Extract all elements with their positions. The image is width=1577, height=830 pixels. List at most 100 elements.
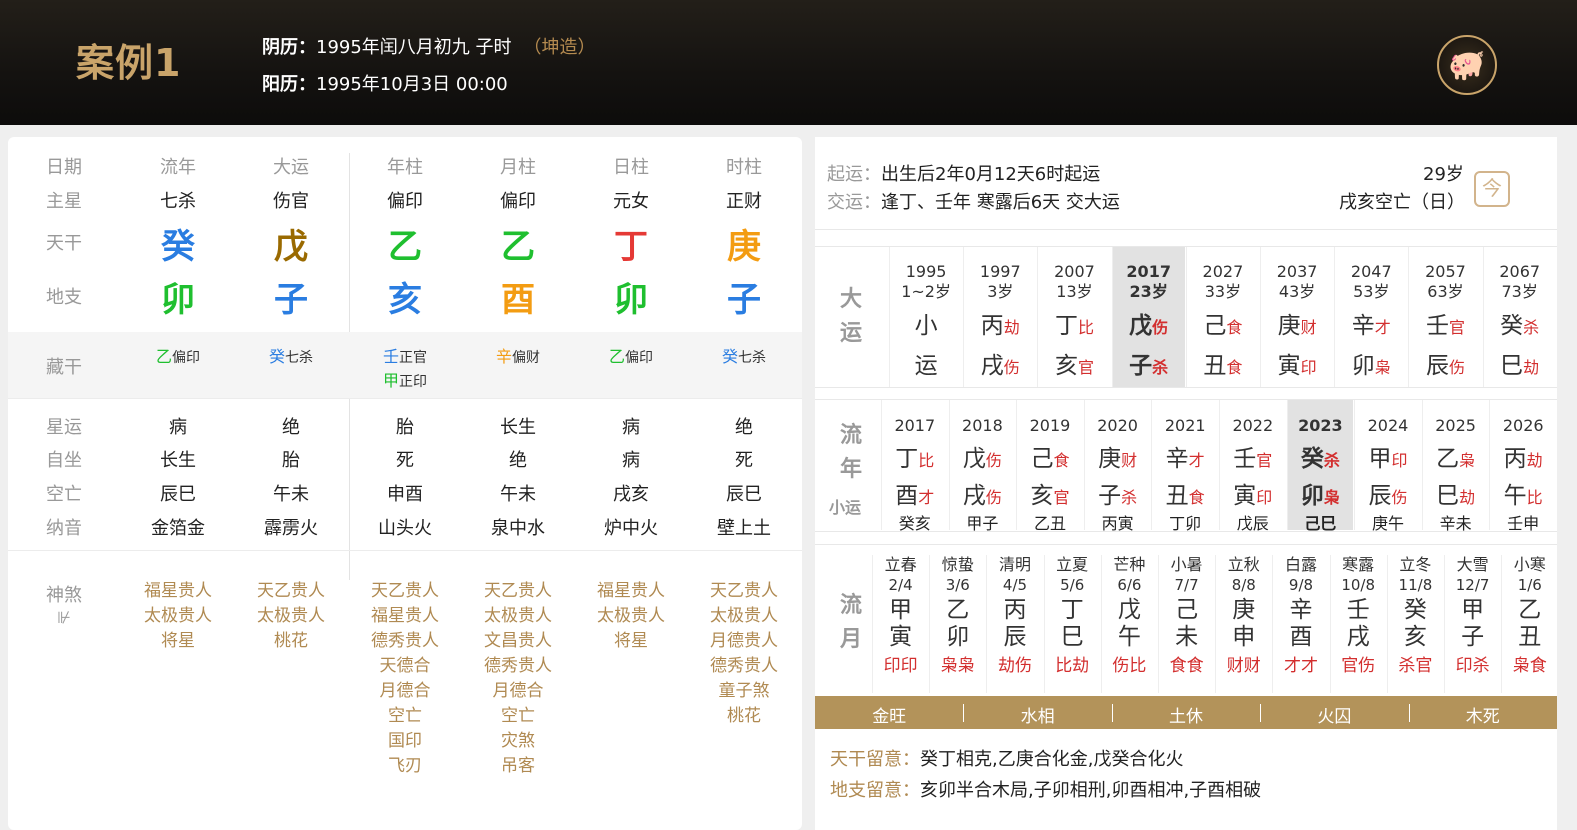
dayun-gan-shishen: 杀 [1523, 318, 1540, 337]
dayun-cell[interactable]: 2057 63岁 壬官 辰伤 [1408, 247, 1481, 387]
dayun-label-char: 大 [839, 287, 862, 312]
liunian-zhi: 巳劫 [1423, 476, 1489, 510]
tiangan-note-label: 天干留意： [830, 749, 920, 770]
liuyue-cell[interactable]: 立春 2/4 甲寅印印 [872, 555, 928, 693]
dayun-label-char: 运 [839, 321, 862, 346]
liunian-year: 2018 [962, 416, 1003, 435]
row-label: 纳音 [46, 518, 82, 539]
nayin-cell: 壁上土 [717, 518, 771, 539]
liuyue-cell[interactable]: 立秋 8/8 庚申财财 [1215, 555, 1271, 693]
zhuxing-cell: 偏印 [387, 191, 423, 212]
liunian-zhi-shishen: 杀 [1121, 488, 1138, 507]
dayun-cell[interactable]: 1995 1~2岁小运 [889, 247, 962, 387]
liuyue-cell[interactable]: 清明 4/5 丙辰劫伤 [986, 555, 1042, 693]
dayun-year: 2007 [1054, 262, 1095, 281]
liuyue-cell[interactable]: 立冬 11/8 癸亥杀官 [1386, 555, 1443, 693]
liuyue-shishen: 伤比 [1112, 656, 1147, 676]
row-label: 自坐 [46, 450, 82, 471]
liuyue-date: 11/8 [1398, 576, 1433, 594]
shensha-item: 福星贵人 [371, 606, 439, 626]
shensha-item: 福星贵人 [144, 581, 212, 601]
liunian-year: 2026 [1502, 416, 1544, 435]
liunian-gan-shishen: 印 [1391, 451, 1408, 470]
dayun-cell[interactable]: 1997 3岁 丙劫 戌伤 [963, 247, 1036, 387]
liuyue-label-char: 流 [839, 593, 862, 618]
dayun-cell[interactable]: 2007 13岁 丁比 亥官 [1037, 247, 1110, 387]
dayun-cell[interactable]: 2037 43岁 庚财 寅印 [1260, 247, 1333, 387]
liuyue-jieqi: 立夏 [1056, 555, 1089, 574]
dayun-cell[interactable]: 2067 73岁 癸杀 巳劫 [1482, 247, 1556, 387]
liunian-cell[interactable]: 2017 丁比 酉才 癸亥 [881, 400, 948, 533]
xingyun-cell: 病 [622, 417, 640, 438]
liunian-cell[interactable]: 2018 戊伤 戌伤 甲子 [948, 400, 1016, 533]
liuyue-date: 4/5 [1002, 576, 1028, 594]
liuyue-cell[interactable]: 芒种 6/6 戊午伤比 [1100, 555, 1157, 693]
dayun-year: 2017 [1126, 262, 1171, 281]
liunian-cell[interactable]: 2023 癸杀 卯枭 己巳 [1286, 400, 1354, 533]
wuxing-state: 土休 [1168, 707, 1203, 727]
column-header: 日柱 [613, 157, 649, 178]
canggan-shishen: 正印 [399, 374, 427, 390]
canggan-stem: 乙 [608, 347, 625, 366]
liunian-zhi-char: 戌 [962, 483, 986, 509]
liunian-year: 2021 [1164, 416, 1206, 435]
liuyue-cell[interactable]: 小暑 7/7 己未食食 [1158, 555, 1214, 693]
calendar-icon[interactable]: 今 [1474, 171, 1510, 207]
dayun-age: 43岁 [1278, 282, 1316, 301]
liuyue-cell[interactable]: 小寒 1/6 乙丑枭食 [1501, 555, 1557, 693]
dayun-label: 大运 [825, 283, 877, 351]
dayun-gan: 壬官 [1409, 306, 1481, 340]
tiangan-char: 丁 [614, 227, 648, 267]
lunar-date: 阴历：1995年闰八月初九 子时 （坤造） [262, 37, 596, 58]
dayun-zhi-char: 亥 [1054, 353, 1078, 379]
row-label: 主星 [46, 191, 82, 212]
dayun-year: 2037 [1276, 262, 1318, 281]
liuyue-gan: 辛 [1289, 597, 1313, 623]
liunian-gan-shishen: 杀 [1323, 451, 1340, 470]
liunian-gan: 丙劫 [1490, 439, 1556, 473]
dayun-age: 63岁 [1427, 282, 1464, 301]
liuyue-cell[interactable]: 大雪 12/7 甲子印杀 [1444, 555, 1500, 693]
wuxing-divider [1260, 704, 1262, 722]
dayun-cell[interactable]: 2017 23岁 戊伤 子杀 [1111, 247, 1185, 387]
liunian-gan-shishen: 枭 [1459, 451, 1476, 470]
dayun-cell[interactable]: 2047 53岁 辛才 卯枭 [1334, 247, 1407, 387]
liunian-gan-char: 戊 [962, 446, 986, 472]
dayun-zhi-shishen: 杀 [1152, 358, 1169, 377]
liunian-cell[interactable]: 2022 壬官 寅印 戊辰 [1219, 400, 1286, 533]
dayun-gan-shishen: 食 [1226, 318, 1243, 337]
dayun-age: 53岁 [1353, 282, 1390, 301]
liunian-cell[interactable]: 2024 甲印 辰伤 庚午 [1354, 400, 1421, 533]
zizuo-cell: 病 [622, 450, 640, 471]
liunian-year: 2020 [1097, 416, 1138, 435]
dayun-zhi-char: 戌 [980, 353, 1004, 379]
liunian-cell[interactable]: 2020 庚财 子杀 丙寅 [1083, 400, 1151, 533]
liunian-year: 2019 [1029, 416, 1071, 435]
liunian-zhi: 辰伤 [1355, 476, 1421, 510]
dizhi-char: 卯 [614, 280, 648, 320]
canggan-shishen: 偏印 [625, 350, 653, 366]
liunian-gan-shishen: 才 [1188, 451, 1205, 470]
liuyue-cell[interactable]: 白露 9/8 辛酉才才 [1272, 555, 1328, 693]
liunian-gan-char: 乙 [1436, 446, 1460, 472]
zizuo-cell: 胎 [282, 450, 300, 471]
dayun-zhi: 寅印 [1261, 346, 1333, 380]
liunian-gan: 庚财 [1085, 439, 1151, 473]
liunian-cell[interactable]: 2026 丙劫 午比 壬申 [1489, 400, 1556, 533]
liunian-gan-shishen: 比 [918, 451, 935, 470]
liuyue-cell[interactable]: 立夏 5/6 丁巳比劫 [1043, 555, 1100, 693]
liunian-cell[interactable]: 2019 己食 亥官 乙丑 [1016, 400, 1083, 533]
liunian-gan-char: 壬 [1233, 446, 1257, 472]
liunian-cell[interactable]: 2025 乙枭 巳劫 辛未 [1421, 400, 1489, 533]
column-header: 日期 [46, 157, 82, 178]
liunian-gan: 壬官 [1220, 439, 1286, 473]
liuyue-zhi: 午 [1117, 624, 1141, 650]
canggan-item: 乙偏印 [123, 343, 233, 367]
dayun-cell[interactable]: 2027 33岁 己食 丑食 [1185, 247, 1259, 387]
liuyue-cell[interactable]: 惊蛰 3/6 乙卯枭枭 [929, 555, 985, 693]
liuyue-zhi: 未 [1175, 624, 1199, 650]
liuyue-cell[interactable]: 寒露 10/8 壬戌官伤 [1329, 555, 1386, 693]
liunian-cell[interactable]: 2021 辛才 丑食 丁卯 [1151, 400, 1218, 533]
liuyue-date: 8/8 [1231, 576, 1256, 594]
liunian-gan-char: 癸 [1300, 446, 1324, 472]
